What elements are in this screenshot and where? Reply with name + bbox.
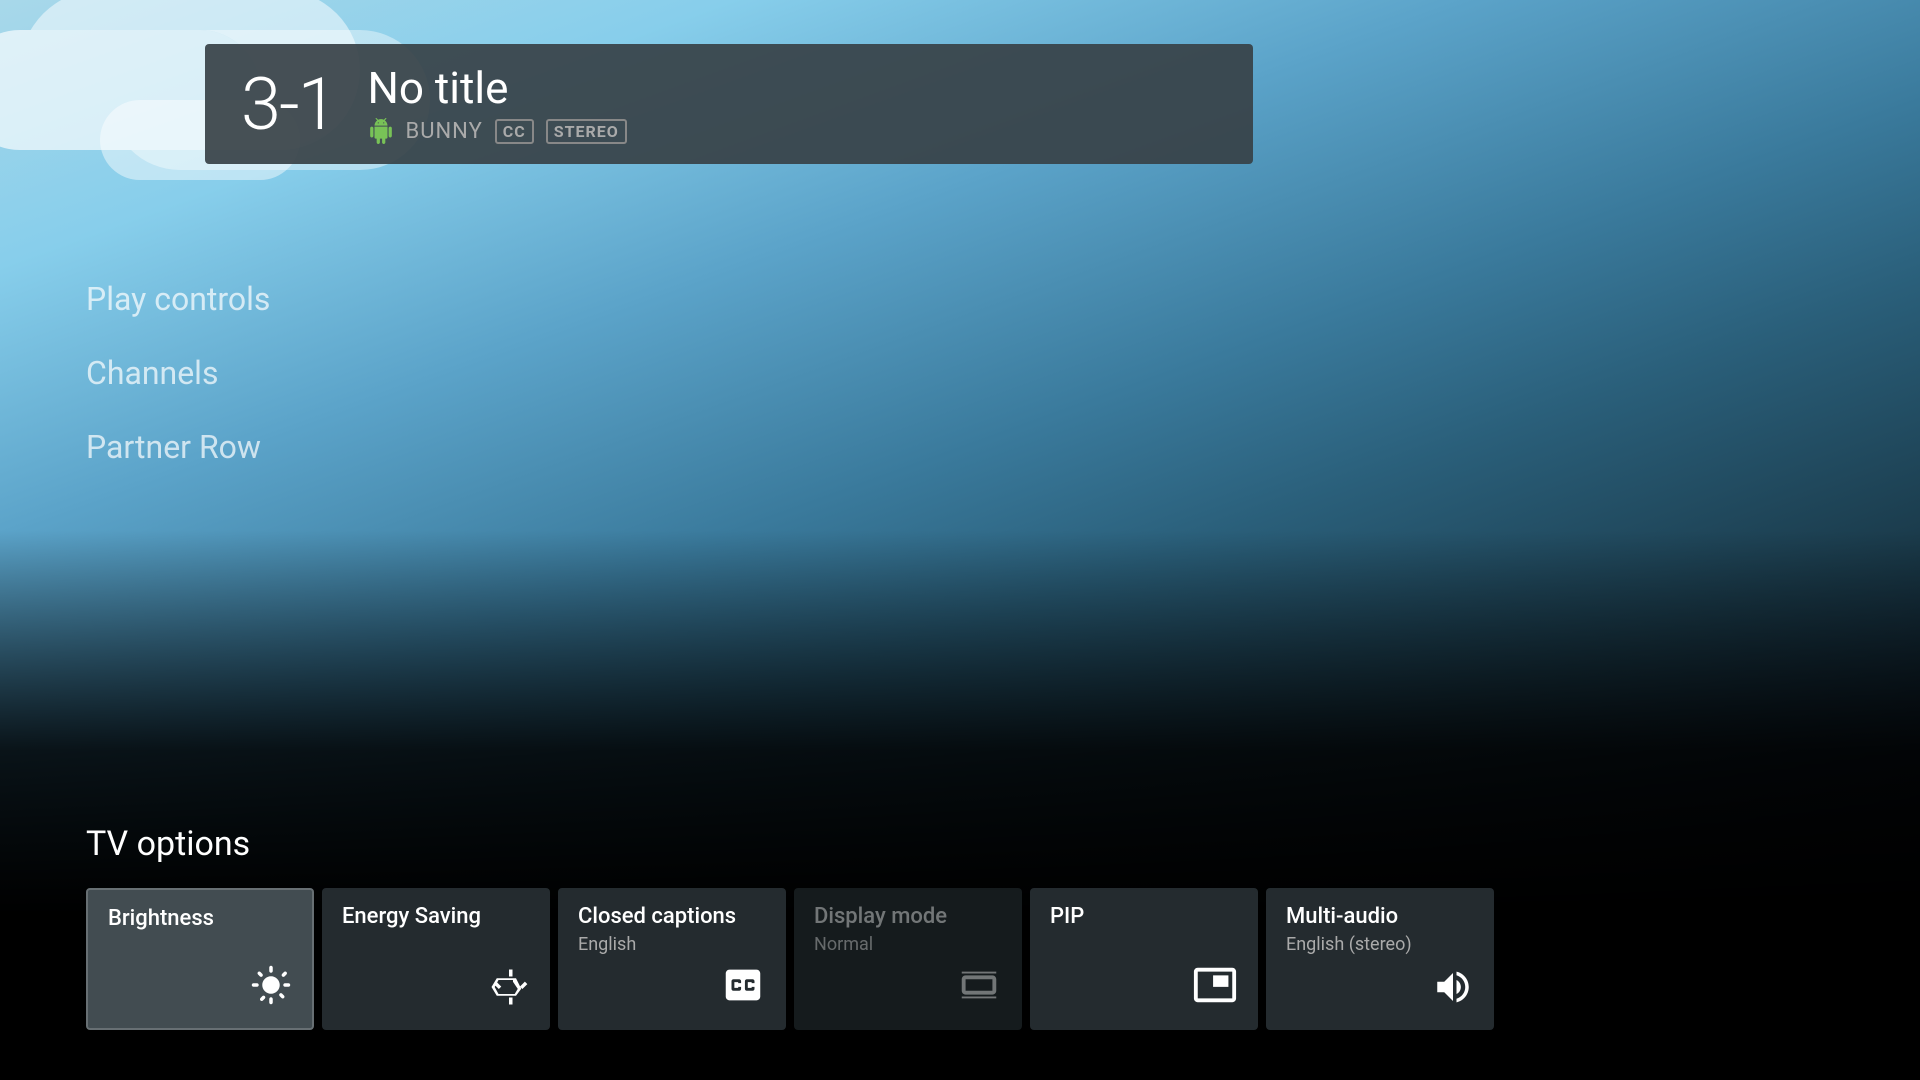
tv-options-section: TV options Brightness Energy Saving Clos… [86, 824, 1920, 1030]
multi-audio-label: Multi-audio [1286, 904, 1474, 930]
channel-bar: 3-1 No title BUNNY CC STEREO [205, 44, 1253, 164]
options-grid: Brightness Energy Saving Closed captions… [86, 888, 1920, 1030]
option-card-energy-saving[interactable]: Energy Saving [322, 888, 550, 1030]
sidebar-item-partner-row[interactable]: Partner Row [86, 428, 270, 466]
closed-captions-label: Closed captions [578, 904, 766, 930]
pip-label: PIP [1050, 904, 1238, 930]
stereo-badge: STEREO [546, 119, 627, 144]
pip-icon [1192, 962, 1238, 1014]
closed-captions-icon [720, 962, 766, 1014]
display-mode-value: Normal [814, 934, 1002, 955]
channel-number: 3-1 [241, 62, 336, 147]
sidebar-item-channels[interactable]: Channels [86, 354, 270, 392]
closed-captions-value: English [578, 934, 766, 955]
option-card-brightness[interactable]: Brightness [86, 888, 314, 1030]
display-mode-label: Display mode [814, 904, 1002, 930]
sidebar-item-play-controls[interactable]: Play controls [86, 280, 270, 318]
brightness-label: Brightness [108, 906, 292, 932]
brightness-icon [250, 964, 292, 1012]
multi-audio-icon [1432, 966, 1474, 1014]
energy-saving-label: Energy Saving [342, 904, 530, 930]
option-card-closed-captions[interactable]: Closed captions English [558, 888, 786, 1030]
android-icon [368, 118, 394, 144]
sidebar-nav: Play controls Channels Partner Row [86, 280, 270, 466]
channel-meta: BUNNY CC STEREO [368, 118, 627, 144]
option-card-pip[interactable]: PIP [1030, 888, 1258, 1030]
energy-saving-icon [488, 966, 530, 1014]
display-mode-icon [956, 962, 1002, 1014]
channel-info: No title BUNNY CC STEREO [368, 64, 627, 144]
multi-audio-value: English (stereo) [1286, 934, 1474, 955]
cc-badge: CC [495, 119, 534, 144]
option-card-multi-audio[interactable]: Multi-audio English (stereo) [1266, 888, 1494, 1030]
option-card-display-mode[interactable]: Display mode Normal [794, 888, 1022, 1030]
tv-options-title: TV options [86, 824, 1920, 864]
channel-title: No title [368, 64, 627, 112]
channel-source-name: BUNNY [406, 119, 483, 144]
